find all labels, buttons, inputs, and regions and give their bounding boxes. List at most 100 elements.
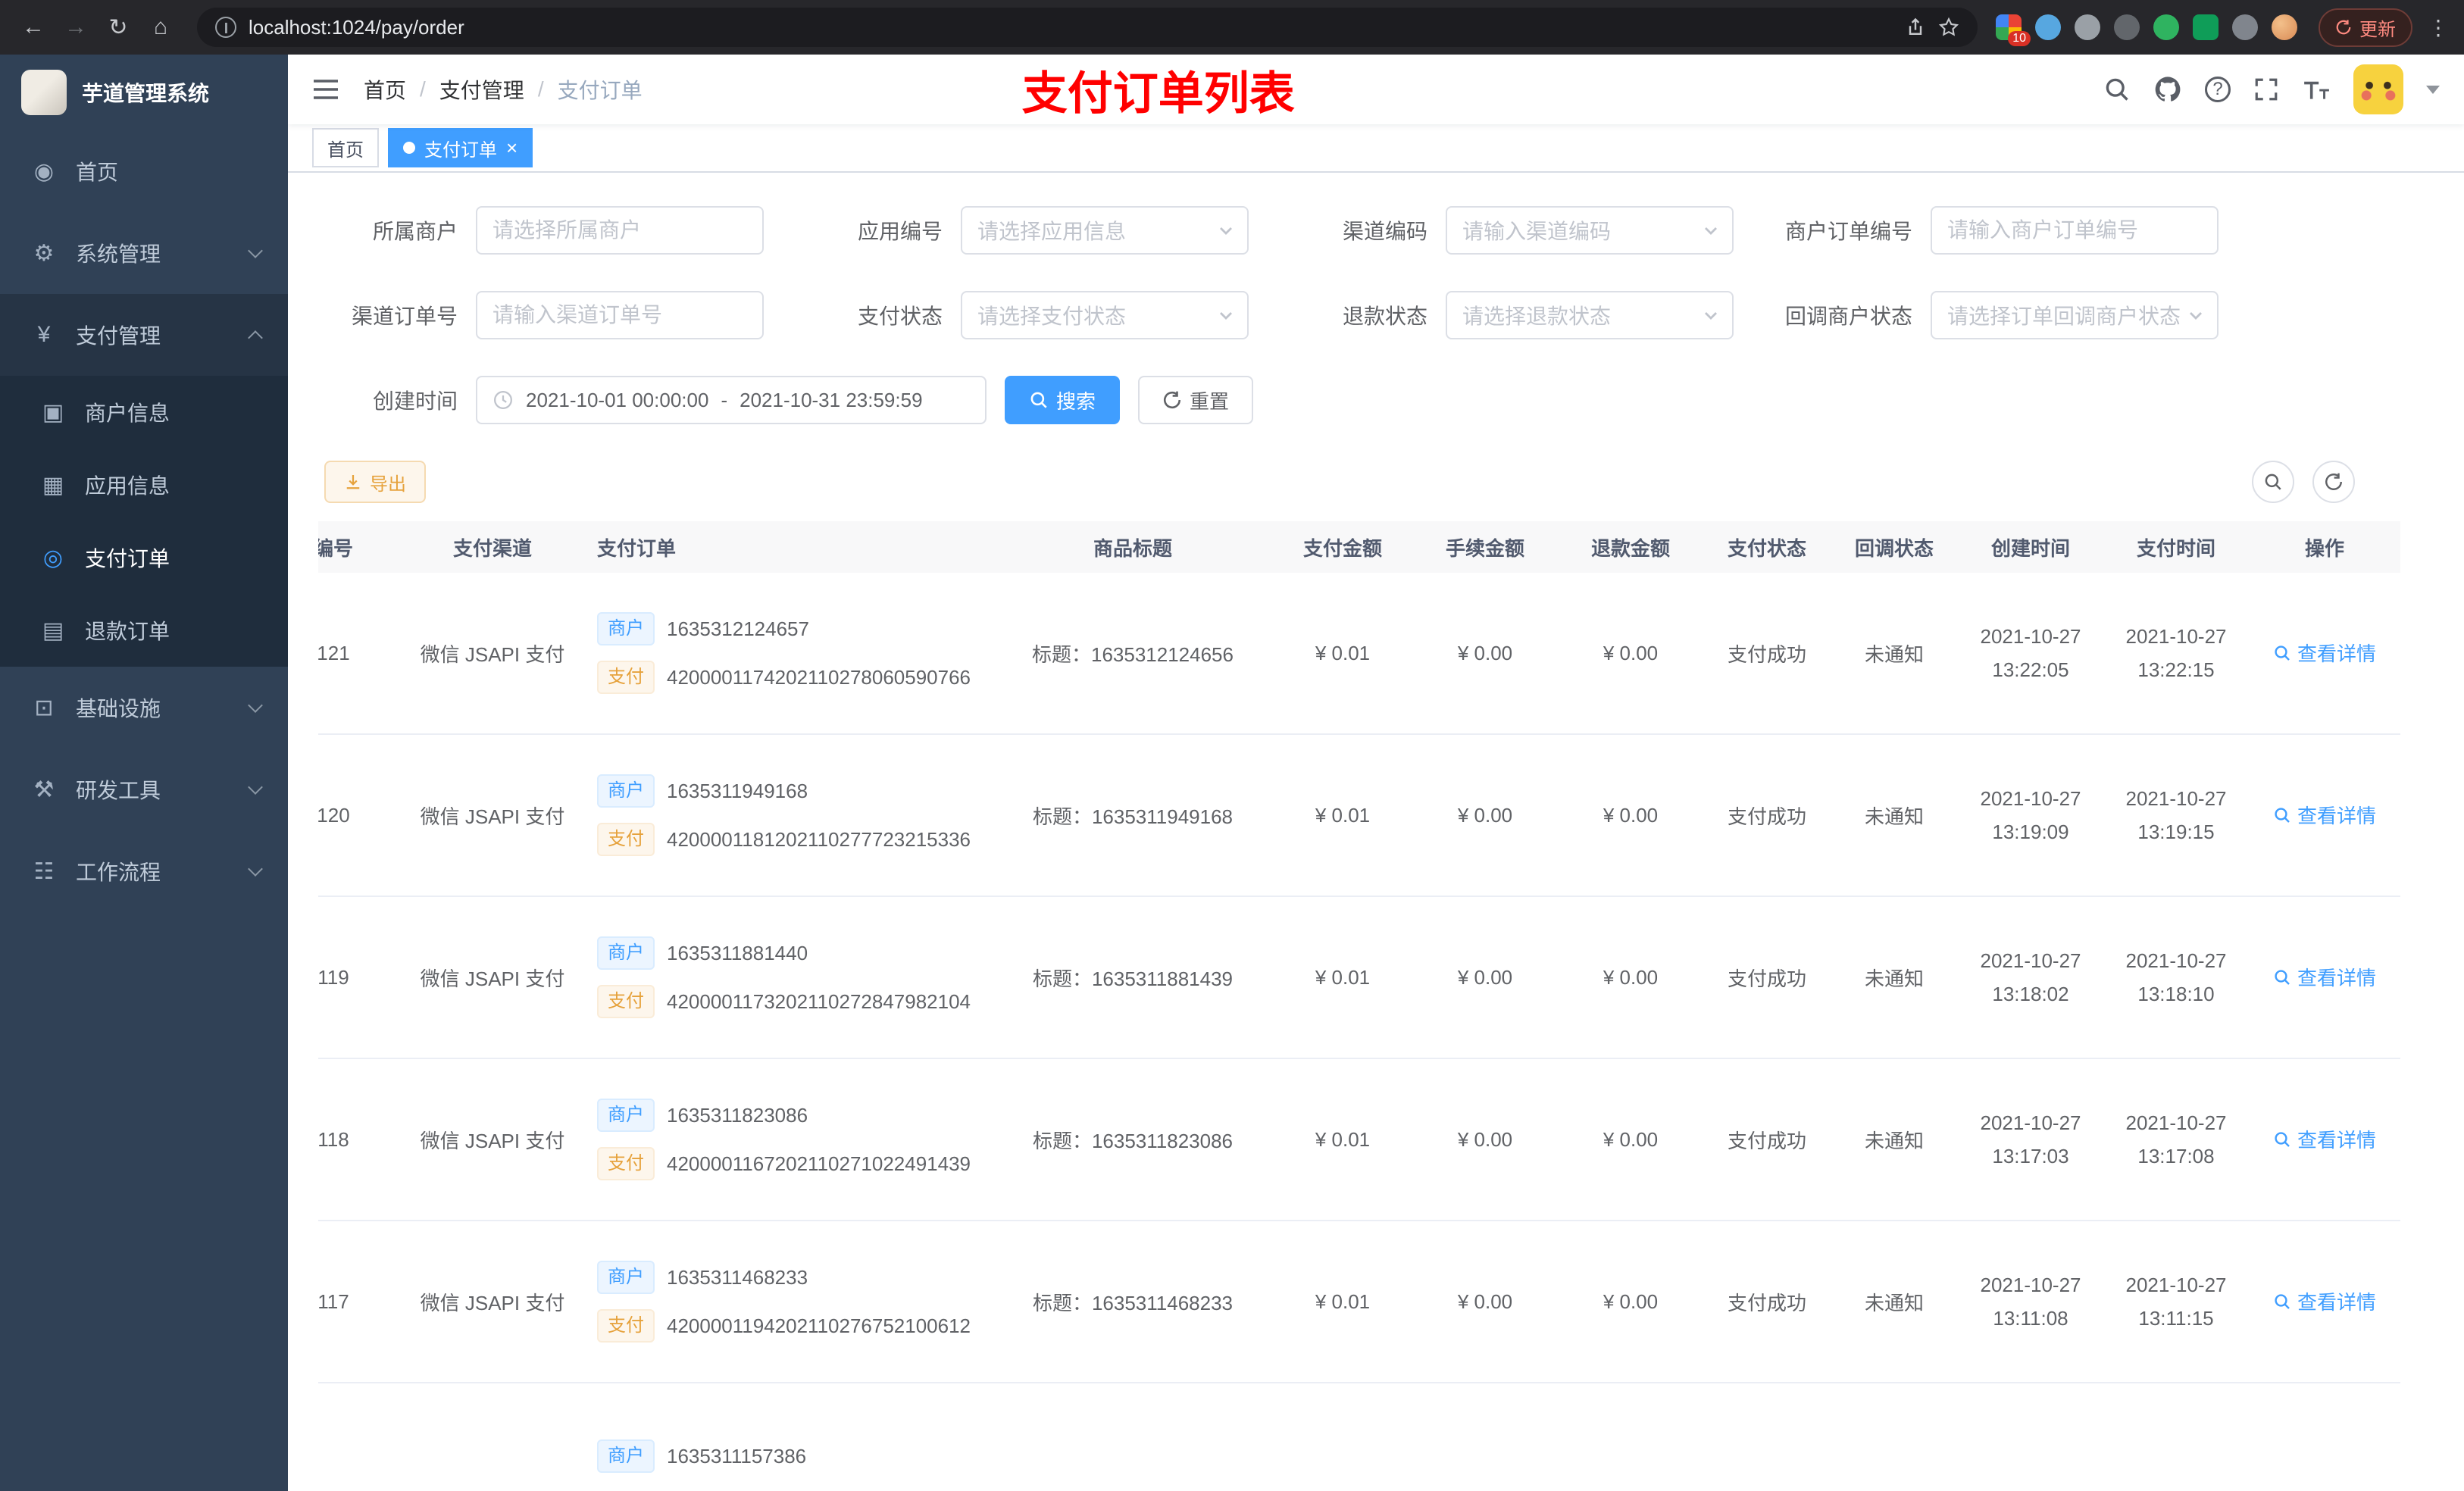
sidebar-item-system[interactable]: ⚙ 系统管理 bbox=[0, 212, 288, 294]
main-content: 首页 / 支付管理 / 支付订单 支付订单列表 ? 首页 支付订单 × 所属商户… bbox=[288, 55, 2464, 1491]
cell-title: 标题：1635312124656 bbox=[1032, 642, 1234, 666]
breadcrumb: 首页 / 支付管理 / 支付订单 bbox=[364, 74, 643, 105]
breadcrumb-payment[interactable]: 支付管理 bbox=[439, 74, 524, 105]
extension-icon[interactable] bbox=[2153, 14, 2179, 40]
sidebar-item-pay-order[interactable]: ◎ 支付订单 bbox=[0, 521, 288, 594]
sidebar-item-dev-tools[interactable]: ⚒ 研发工具 bbox=[0, 749, 288, 830]
pay-status-select[interactable]: 请选择支付状态 bbox=[961, 291, 1249, 339]
cell-fee: ¥ 0.00 bbox=[1457, 1289, 1513, 1313]
notify-status-select[interactable]: 请选择订单回调商户状态 bbox=[1931, 291, 2219, 339]
fullscreen-icon[interactable] bbox=[2253, 77, 2279, 102]
merchant-input[interactable] bbox=[476, 206, 764, 255]
app-frame: 芋道管理系统 ◉ 首页 ⚙ 系统管理 ¥ 支付管理 ▣ 商户信息 ▦ 应用信息 … bbox=[0, 55, 2464, 1491]
chevron-down-icon bbox=[248, 698, 263, 713]
cell-created: 2021-10-27 13:17:03 bbox=[1980, 1111, 2081, 1167]
cell-amount: ¥ 0.01 bbox=[1315, 965, 1371, 989]
avatar-dropdown-caret[interactable] bbox=[2426, 85, 2440, 94]
app-title: 芋道管理系统 bbox=[82, 82, 210, 105]
channel-order-no-input[interactable] bbox=[476, 291, 764, 339]
extension-icon[interactable]: 10 bbox=[1996, 14, 2031, 46]
cell-created: 2021-10-27 13:19:09 bbox=[1980, 786, 2081, 843]
browser-profile-avatar[interactable] bbox=[2272, 14, 2297, 40]
sidebar-item-refund-order[interactable]: ▤ 退款订单 bbox=[0, 594, 288, 667]
github-icon[interactable] bbox=[2153, 75, 2182, 104]
app-logo: 芋道管理系统 bbox=[0, 55, 288, 130]
cell-channel: 微信 JSAPI 支付 bbox=[420, 1129, 565, 1152]
view-detail-link[interactable]: 查看详情 bbox=[2273, 1287, 2376, 1315]
close-icon[interactable]: × bbox=[506, 138, 518, 158]
cell-pay-order: 商户 1635311157386 bbox=[591, 1439, 993, 1488]
view-detail-link[interactable]: 查看详情 bbox=[2273, 639, 2376, 667]
cell-created: 2021-10-27 13:18:02 bbox=[1980, 949, 2081, 1005]
share-icon[interactable] bbox=[1905, 17, 1926, 38]
search-button[interactable]: 搜索 bbox=[1005, 376, 1121, 424]
browser-reload-button[interactable]: ↻ bbox=[100, 9, 136, 45]
cell-refund: ¥ 0.00 bbox=[1603, 803, 1659, 827]
font-size-icon[interactable] bbox=[2302, 77, 2331, 102]
browser-update-button[interactable]: 更新 bbox=[2319, 8, 2412, 47]
pay-order-no: 4200001167202110271022491439 bbox=[667, 1152, 971, 1175]
export-button[interactable]: 导出 bbox=[324, 461, 426, 503]
table-row: 117 微信 JSAPI 支付 商户 1635311468233 支付 4200… bbox=[318, 1221, 2400, 1383]
pay-order-no: 4200001173202110272847982104 bbox=[667, 989, 971, 1013]
cell-action: 查看详情 bbox=[2249, 1287, 2400, 1316]
field-label: 回调商户状态 bbox=[1784, 305, 1912, 328]
search-icon bbox=[1030, 392, 1047, 408]
create-time-range-picker[interactable]: 2021-10-01 00:00:00 - 2021-10-31 23:59:5… bbox=[476, 376, 987, 424]
sidebar-item-payment[interactable]: ¥ 支付管理 bbox=[0, 294, 288, 376]
toggle-search-button[interactable] bbox=[2252, 461, 2294, 503]
cell-notify: 未通知 bbox=[1864, 642, 1924, 666]
bookmark-star-icon[interactable] bbox=[1938, 17, 1959, 38]
extensions-puzzle-icon[interactable] bbox=[2232, 14, 2258, 40]
extension-icon[interactable] bbox=[2035, 14, 2061, 40]
cell-action: 查看详情 bbox=[2249, 963, 2400, 992]
extensions-area: 10 bbox=[1996, 14, 2297, 46]
view-detail-link[interactable]: 查看详情 bbox=[2273, 1125, 2376, 1153]
app-select[interactable]: 请选择应用信息 bbox=[961, 206, 1249, 255]
cell-amount: ¥ 0.01 bbox=[1315, 1289, 1371, 1313]
document-icon: ▤ bbox=[42, 617, 64, 643]
reset-button[interactable]: 重置 bbox=[1138, 376, 1254, 424]
cell-channel: 微信 JSAPI 支付 bbox=[420, 967, 565, 990]
sidebar-menu: ◉ 首页 ⚙ 系统管理 ¥ 支付管理 ▣ 商户信息 ▦ 应用信息 ◎ 支付订单 … bbox=[0, 130, 288, 1491]
user-avatar[interactable] bbox=[2353, 64, 2403, 114]
search-icon[interactable] bbox=[2103, 76, 2131, 103]
sidebar-item-workflow[interactable]: ☷ 工作流程 bbox=[0, 830, 288, 912]
view-detail-link[interactable]: 查看详情 bbox=[2273, 801, 2376, 829]
sidebar-item-infrastructure[interactable]: ⊡ 基础设施 bbox=[0, 667, 288, 749]
tab-pay-order[interactable]: 支付订单 × bbox=[388, 128, 533, 167]
sidebar-toggle-icon[interactable] bbox=[312, 77, 339, 102]
browser-menu-button[interactable]: ⋮ bbox=[2428, 15, 2449, 40]
cell-title: 标题：1635311823086 bbox=[1032, 1129, 1234, 1152]
sidebar-item-merchant-info[interactable]: ▣ 商户信息 bbox=[0, 376, 288, 449]
chevron-down-icon bbox=[1705, 312, 1717, 320]
chevron-down-icon bbox=[2190, 312, 2202, 320]
sidebar-item-home[interactable]: ◉ 首页 bbox=[0, 130, 288, 212]
address-bar[interactable]: localhost:1024/pay/order bbox=[197, 8, 1978, 47]
pay-tag: 支付 bbox=[597, 985, 655, 1018]
browser-back-button[interactable]: ← bbox=[15, 9, 52, 45]
navbar: 首页 / 支付管理 / 支付订单 支付订单列表 ? bbox=[288, 55, 2464, 124]
browser-forward-button[interactable]: → bbox=[58, 9, 94, 45]
cell-action: 查看详情 bbox=[2249, 801, 2400, 830]
refresh-table-button[interactable] bbox=[2312, 461, 2355, 503]
extension-icon[interactable] bbox=[2114, 14, 2140, 40]
breadcrumb-home[interactable]: 首页 bbox=[364, 74, 406, 105]
cell-notify: 未通知 bbox=[1864, 967, 1924, 990]
field-label: 所属商户 bbox=[372, 220, 458, 243]
extension-icon[interactable] bbox=[2193, 14, 2219, 40]
field-label: 支付状态 bbox=[857, 305, 943, 328]
search-icon bbox=[2275, 970, 2290, 985]
cell-pay-order: 商户 1635311823086 支付 42000011672021102710… bbox=[591, 1099, 993, 1180]
help-icon[interactable]: ? bbox=[2205, 77, 2231, 102]
tab-home[interactable]: 首页 bbox=[312, 128, 379, 167]
site-info-icon[interactable] bbox=[215, 17, 236, 38]
sidebar-item-app-info[interactable]: ▦ 应用信息 bbox=[0, 449, 288, 521]
extension-icon[interactable] bbox=[2075, 14, 2100, 40]
channel-code-select[interactable]: 请输入渠道编码 bbox=[1446, 206, 1734, 255]
merchant-order-no-input[interactable] bbox=[1931, 206, 2219, 255]
view-detail-link[interactable]: 查看详情 bbox=[2273, 963, 2376, 991]
cell-pay-order: 商户 1635311949168 支付 42000011812021102777… bbox=[591, 774, 993, 856]
browser-home-button[interactable]: ⌂ bbox=[142, 9, 179, 45]
refund-status-select[interactable]: 请选择退款状态 bbox=[1446, 291, 1734, 339]
